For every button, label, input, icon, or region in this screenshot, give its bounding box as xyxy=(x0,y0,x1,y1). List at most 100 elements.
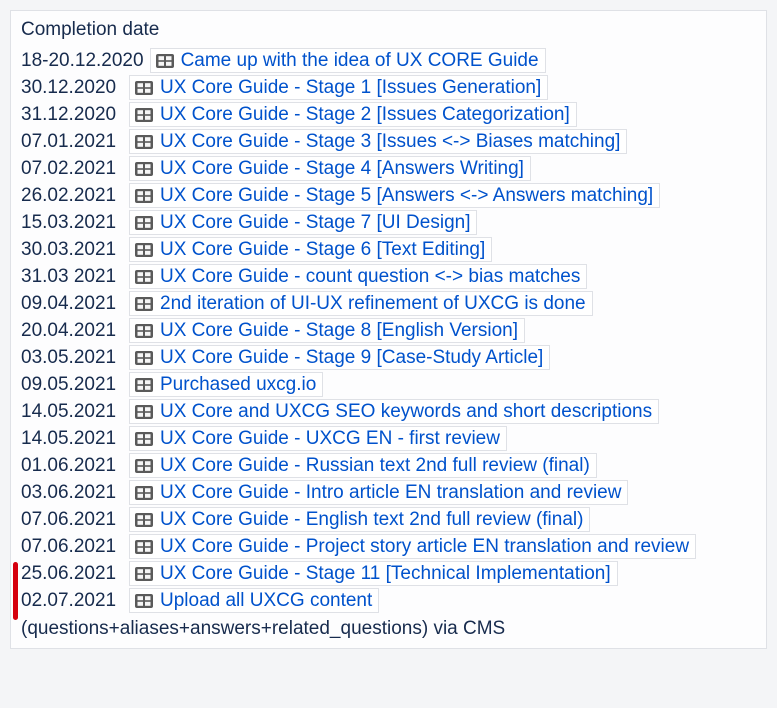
issue-link-text: UX Core and UXCG SEO keywords and short … xyxy=(160,402,652,421)
jira-epic-icon xyxy=(134,80,154,96)
column-header: Completion date xyxy=(15,17,762,47)
completion-date: 03.05.2021 xyxy=(21,348,129,367)
completion-date: 07.06.2021 xyxy=(21,537,129,556)
jira-epic-icon xyxy=(134,485,154,501)
list-row: 07.02.2021 UX Core Guide - Stage 4 [Answ… xyxy=(15,155,762,182)
issue-link-text: UX Core Guide - Stage 8 [English Version… xyxy=(160,321,518,340)
completion-date: 09.05.2021 xyxy=(21,375,129,394)
completion-date: 18-20.12.2020 xyxy=(21,51,150,70)
issue-link[interactable]: Came up with the idea of UX CORE Guide xyxy=(150,48,546,73)
list-row: 20.04.2021 UX Core Guide - Stage 8 [Engl… xyxy=(15,317,762,344)
completion-date: 07.02.2021 xyxy=(21,159,129,178)
issue-link[interactable]: UX Core Guide - UXCG EN - first review xyxy=(129,426,507,451)
list-row: 09.05.2021 Purchased uxcg.io xyxy=(15,371,762,398)
issue-link-text: Came up with the idea of UX CORE Guide xyxy=(181,51,539,70)
issue-link-text: UX Core Guide - Project story article EN… xyxy=(160,537,689,556)
issue-link[interactable]: UX Core Guide - count question <-> bias … xyxy=(129,264,587,289)
issue-link-text: UX Core Guide - Russian text 2nd full re… xyxy=(160,456,590,475)
list-row: 31.03 2021 UX Core Guide - count questio… xyxy=(15,263,762,290)
completion-date: 15.03.2021 xyxy=(21,213,129,232)
list-row: 31.12.2020 UX Core Guide - Stage 2 [Issu… xyxy=(15,101,762,128)
issue-link-text: UX Core Guide - Stage 11 [Technical Impl… xyxy=(160,564,611,583)
jira-epic-icon xyxy=(134,539,154,555)
completion-date: 07.06.2021 xyxy=(21,510,129,529)
list-row: 15.03.2021 UX Core Guide - Stage 7 [UI D… xyxy=(15,209,762,236)
issue-link[interactable]: UX Core Guide - Stage 9 [Case-Study Arti… xyxy=(129,345,550,370)
issue-link-text: UX Core Guide - English text 2nd full re… xyxy=(160,510,583,529)
jira-epic-icon xyxy=(134,377,154,393)
issue-link-text: UX Core Guide - Stage 5 [Answers <-> Ans… xyxy=(160,186,653,205)
list-row: 01.06.2021 UX Core Guide - Russian text … xyxy=(15,452,762,479)
issue-link[interactable]: UX Core Guide - Stage 4 [Answers Writing… xyxy=(129,156,531,181)
issue-link[interactable]: UX Core Guide - Stage 5 [Answers <-> Ans… xyxy=(129,183,660,208)
issue-link-text: UX Core Guide - count question <-> bias … xyxy=(160,267,580,286)
jira-epic-icon xyxy=(155,53,175,69)
completion-date: 30.12.2020 xyxy=(21,78,129,97)
issue-link-text: Upload all UXCG content xyxy=(160,591,372,610)
completion-date: 20.04.2021 xyxy=(21,321,129,340)
issue-link-text: UX Core Guide - UXCG EN - first review xyxy=(160,429,500,448)
issue-link[interactable]: UX Core Guide - Stage 8 [English Version… xyxy=(129,318,525,343)
jira-epic-icon xyxy=(134,404,154,420)
issue-link-text: UX Core Guide - Intro article EN transla… xyxy=(160,483,621,502)
completion-date: 07.01.2021 xyxy=(21,132,129,151)
issue-link[interactable]: Purchased uxcg.io xyxy=(129,372,323,397)
issue-link[interactable]: UX Core Guide - Stage 6 [Text Editing] xyxy=(129,237,492,262)
issue-link[interactable]: UX Core Guide - Stage 11 [Technical Impl… xyxy=(129,561,618,586)
jira-epic-icon xyxy=(134,242,154,258)
completion-date-panel: Completion date 18-20.12.2020 Came up wi… xyxy=(10,10,767,649)
list-row: 14.05.2021 UX Core Guide - UXCG EN - fir… xyxy=(15,425,762,452)
list-row: 25.06.2021 UX Core Guide - Stage 11 [Tec… xyxy=(15,560,762,587)
completion-date: 03.06.2021 xyxy=(21,483,129,502)
issue-link[interactable]: UX Core Guide - Russian text 2nd full re… xyxy=(129,453,597,478)
jira-epic-icon xyxy=(134,431,154,447)
issue-link-text: 2nd iteration of UI-UX refinement of UXC… xyxy=(160,294,586,313)
list-row: 26.02.2021 UX Core Guide - Stage 5 [Answ… xyxy=(15,182,762,209)
list-row: 03.05.2021 UX Core Guide - Stage 9 [Case… xyxy=(15,344,762,371)
issue-link-text: UX Core Guide - Stage 7 [UI Design] xyxy=(160,213,470,232)
issue-link[interactable]: UX Core Guide - Project story article EN… xyxy=(129,534,696,559)
jira-epic-icon xyxy=(134,323,154,339)
completion-date: 14.05.2021 xyxy=(21,402,129,421)
jira-epic-icon xyxy=(134,215,154,231)
completion-date: 26.02.2021 xyxy=(21,186,129,205)
issue-link[interactable]: UX Core Guide - Stage 2 [Issues Categori… xyxy=(129,102,577,127)
jira-epic-icon xyxy=(134,296,154,312)
issue-link[interactable]: UX Core Guide - Stage 3 [Issues <-> Bias… xyxy=(129,129,627,154)
list-row: 14.05.2021 UX Core and UXCG SEO keywords… xyxy=(15,398,762,425)
jira-epic-icon xyxy=(134,134,154,150)
issue-link-text: UX Core Guide - Stage 1 [Issues Generati… xyxy=(160,78,541,97)
issue-link[interactable]: 2nd iteration of UI-UX refinement of UXC… xyxy=(129,291,593,316)
issue-link[interactable]: UX Core Guide - English text 2nd full re… xyxy=(129,507,590,532)
list-row: 07.06.2021 UX Core Guide - English text … xyxy=(15,506,762,533)
issue-link[interactable]: UX Core Guide - Stage 1 [Issues Generati… xyxy=(129,75,548,100)
completion-date: 01.06.2021 xyxy=(21,456,129,475)
jira-epic-icon xyxy=(134,458,154,474)
completion-date: 31.03 2021 xyxy=(21,267,129,286)
issue-link-text: UX Core Guide - Stage 6 [Text Editing] xyxy=(160,240,485,259)
jira-epic-icon xyxy=(134,161,154,177)
jira-epic-icon xyxy=(134,512,154,528)
completion-date: 02.07.2021 xyxy=(21,591,129,610)
list-row: 30.03.2021 UX Core Guide - Stage 6 [Text… xyxy=(15,236,762,263)
issue-link[interactable]: Upload all UXCG content xyxy=(129,588,379,613)
issue-link-text: UX Core Guide - Stage 2 [Issues Categori… xyxy=(160,105,570,124)
list-row: 30.12.2020 UX Core Guide - Stage 1 [Issu… xyxy=(15,74,762,101)
list-row: 18-20.12.2020 Came up with the idea of U… xyxy=(15,47,762,74)
list-row: 03.06.2021 UX Core Guide - Intro article… xyxy=(15,479,762,506)
issue-link-text: UX Core Guide - Stage 9 [Case-Study Arti… xyxy=(160,348,543,367)
completion-date: 14.05.2021 xyxy=(21,429,129,448)
list-row: 07.06.2021 UX Core Guide - Project story… xyxy=(15,533,762,560)
jira-epic-icon xyxy=(134,188,154,204)
jira-epic-icon xyxy=(134,350,154,366)
list-row: 07.01.2021 UX Core Guide - Stage 3 [Issu… xyxy=(15,128,762,155)
issue-link[interactable]: UX Core Guide - Stage 7 [UI Design] xyxy=(129,210,477,235)
completion-date: 25.06.2021 xyxy=(21,564,129,583)
issue-link[interactable]: UX Core Guide - Intro article EN transla… xyxy=(129,480,628,505)
completion-date: 09.04.2021 xyxy=(21,294,129,313)
jira-epic-icon xyxy=(134,107,154,123)
continuation-text: (questions+aliases+answers+related_quest… xyxy=(15,614,762,642)
list-row: 09.04.2021 2nd iteration of UI-UX refine… xyxy=(15,290,762,317)
rows-container: 18-20.12.2020 Came up with the idea of U… xyxy=(15,47,762,614)
issue-link[interactable]: UX Core and UXCG SEO keywords and short … xyxy=(129,399,659,424)
